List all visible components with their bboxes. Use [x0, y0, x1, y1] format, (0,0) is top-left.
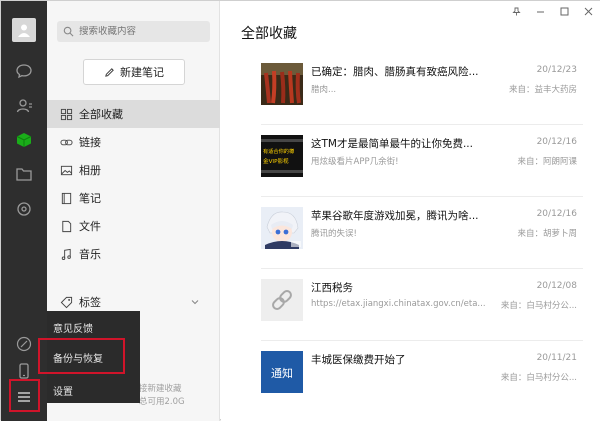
search-input[interactable] [79, 26, 204, 37]
item-thumbnail-link [261, 279, 303, 321]
item-title: 丰城医保缴费开始了 [311, 354, 406, 366]
chevron-down-icon[interactable] [190, 297, 200, 307]
music-icon [61, 248, 71, 260]
storage-info: 接新建收藏 总可用2.0G [139, 383, 185, 409]
favorites-list: 已确定：腊肉、腊肠真有致癌风险... 腊肉... 20/12/23 来自：益丰大… [261, 53, 583, 413]
grid-icon [60, 108, 73, 120]
list-item[interactable]: 通知 丰城医保缴费开始了 20/11/21 来自：白马村分公... [261, 341, 583, 413]
item-thumbnail-notice: 通知 [261, 351, 303, 393]
notice-thumb-text: 通知 [271, 366, 293, 380]
note-icon [61, 192, 72, 204]
list-item[interactable]: 苹果谷歌年度游戏加冕，腾讯为啥... 腾讯的失误! 20/12/16 来自：胡萝… [261, 197, 583, 269]
item-url: https://etax.jiangxi.chinatax.gov.cn/eta… [311, 299, 486, 309]
nav-item-links[interactable]: 链接 [47, 128, 220, 156]
storage-line-2: 总可用2.0G [139, 397, 185, 407]
nav-label: 链接 [79, 136, 101, 149]
item-source: 来自：胡萝卜周 [517, 229, 577, 239]
list-item[interactable]: 江西税务 https://etax.jiangxi.chinatax.gov.c… [261, 269, 583, 341]
item-thumbnail-anime [261, 207, 303, 249]
mini-program-icon[interactable] [14, 199, 34, 219]
item-date: 20/12/23 [536, 65, 577, 75]
nav-item-album[interactable]: 相册 [47, 156, 220, 184]
tags-label: 标签 [79, 296, 101, 309]
tag-icon [60, 296, 73, 308]
nav-item-all[interactable]: 全部收藏 [47, 100, 220, 128]
film-thumb-text-1: 有适合你的樽 [263, 147, 294, 155]
link-icon[interactable] [14, 334, 34, 354]
search-box[interactable] [57, 21, 210, 42]
maximize-icon[interactable] [559, 6, 569, 16]
menu-item-feedback[interactable]: 意见反馈 [53, 318, 93, 336]
item-source: 来自：白马村分公... [500, 373, 577, 383]
contacts-icon[interactable] [14, 96, 34, 116]
nav-label: 笔记 [79, 192, 101, 205]
window-controls [511, 6, 593, 16]
item-thumbnail-meat [261, 63, 303, 105]
pin-icon[interactable] [511, 6, 521, 16]
item-date: 20/12/16 [536, 137, 577, 147]
close-icon[interactable] [583, 6, 593, 16]
film-thumb-text-2: 金VIP影视 [263, 157, 289, 165]
item-date: 20/12/08 [536, 281, 577, 291]
item-thumbnail-film: 有适合你的樽 金VIP影视 [261, 135, 303, 177]
backup-highlight-box [38, 338, 125, 374]
pencil-icon [105, 67, 114, 77]
item-summary: 腾讯的失误! [311, 229, 357, 239]
favorites-cube-icon[interactable] [14, 130, 34, 150]
nav-item-music[interactable]: 音乐 [47, 240, 220, 268]
item-source: 来自：白马村分公... [500, 301, 577, 311]
item-date: 20/11/21 [536, 353, 577, 363]
avatar[interactable] [12, 18, 36, 42]
search-icon [63, 26, 74, 37]
nav-item-notes[interactable]: 笔记 [47, 184, 220, 212]
list-item[interactable]: 已确定：腊肉、腊肠真有致癌风险... 腊肉... 20/12/23 来自：益丰大… [261, 53, 583, 125]
menu-item-settings[interactable]: 设置 [53, 381, 73, 399]
nav-list: 全部收藏 链接 相册 笔记 文件 音乐 [47, 100, 220, 268]
menu-highlight-box [9, 379, 40, 412]
nav-label: 全部收藏 [79, 108, 123, 121]
item-title: 苹果谷歌年度游戏加冕，腾讯为啥... [311, 210, 479, 222]
storage-line-1: 接新建收藏 [139, 384, 182, 394]
page-title: 全部收藏 [241, 26, 297, 42]
item-title: 江西税务 [311, 282, 353, 294]
new-note-label: 新建笔记 [120, 66, 164, 79]
list-item[interactable]: 有适合你的樽 金VIP影视 这TM才是最简单最牛的让你免费... 甩炫级看片AP… [261, 125, 583, 197]
image-icon [60, 165, 73, 175]
nav-label: 音乐 [79, 248, 101, 261]
item-source: 来自：益丰大药房 [508, 85, 577, 95]
phone-icon[interactable] [14, 361, 34, 381]
folder-icon[interactable] [14, 164, 34, 184]
item-summary: 腊肉... [311, 85, 337, 95]
minimize-icon[interactable] [535, 6, 545, 16]
new-note-button[interactable]: 新建笔记 [83, 59, 185, 85]
file-icon [62, 220, 72, 232]
item-summary: 甩炫级看片APP几余街! [311, 157, 399, 167]
link-chain-icon [60, 139, 73, 145]
main-panel: 全部收藏 已确定：腊肉、腊肠真有致癌风险... 腊肉... 20/12/23 来… [221, 1, 600, 421]
chat-icon[interactable] [14, 61, 34, 81]
nav-item-files[interactable]: 文件 [47, 212, 220, 240]
nav-label: 文件 [79, 220, 101, 233]
nav-label: 相册 [79, 164, 101, 177]
item-title: 这TM才是最简单最牛的让你免费... [311, 138, 473, 150]
item-title: 已确定：腊肉、腊肠真有致癌风险... [311, 66, 479, 78]
item-source: 来自：阿朗阿课 [517, 157, 577, 167]
user-avatar-icon [18, 24, 30, 37]
item-date: 20/12/16 [536, 209, 577, 219]
app-window: 新建笔记 全部收藏 链接 相册 笔记 文件 [0, 0, 600, 421]
